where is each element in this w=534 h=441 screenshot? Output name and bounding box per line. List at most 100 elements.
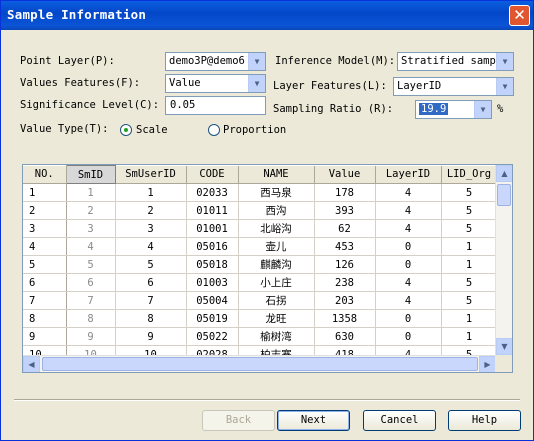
table-cell[interactable]: 5 <box>441 273 498 292</box>
table-cell[interactable]: 126 <box>314 255 376 274</box>
column-header[interactable]: SmUserID <box>115 165 187 184</box>
table-cell[interactable]: 7 <box>115 291 187 310</box>
table-row[interactable]: 4 4 4 05016 壶儿 453 0 1 <box>23 237 498 256</box>
table-row[interactable]: 7 7 7 05004 石拐 203 4 5 <box>23 291 498 310</box>
next-button[interactable]: Next <box>277 410 350 431</box>
table-cell[interactable]: 02033 <box>186 183 239 202</box>
row-number-cell[interactable]: 7 <box>23 291 67 310</box>
column-header[interactable]: Value <box>314 165 376 184</box>
proportion-radio[interactable] <box>208 124 220 136</box>
table-cell[interactable]: 05016 <box>186 237 239 256</box>
table-cell[interactable]: 北峪沟 <box>238 219 315 238</box>
chevron-down-icon[interactable]: ▼ <box>496 53 513 70</box>
values-features-select[interactable]: Value ▼ <box>165 74 266 93</box>
inference-model-select[interactable]: Stratified sampl ▼ <box>397 52 514 71</box>
table-cell[interactable]: 7 <box>66 291 116 310</box>
row-number-cell[interactable]: 4 <box>23 237 67 256</box>
table-cell[interactable]: 5 <box>115 255 187 274</box>
row-number-cell[interactable]: 2 <box>23 201 67 220</box>
column-header[interactable]: LID_Org <box>441 165 498 184</box>
table-row[interactable]: 9 9 9 05022 榆树湾 630 0 1 <box>23 327 498 346</box>
back-button[interactable]: Back <box>202 410 275 431</box>
table-cell[interactable]: 203 <box>314 291 376 310</box>
column-header[interactable]: CODE <box>186 165 239 184</box>
horizontal-scrollbar[interactable]: ◀ ▶ <box>23 355 496 372</box>
column-header[interactable]: LayerID <box>375 165 442 184</box>
chevron-down-icon[interactable]: ▼ <box>248 53 265 70</box>
table-cell[interactable]: 5 <box>441 201 498 220</box>
table-cell[interactable]: 1 <box>115 183 187 202</box>
table-cell[interactable]: 榆树湾 <box>238 327 315 346</box>
cancel-button[interactable]: Cancel <box>363 410 436 431</box>
table-cell[interactable]: 05019 <box>186 309 239 328</box>
scale-radio[interactable] <box>120 124 132 136</box>
row-number-cell[interactable]: 9 <box>23 327 67 346</box>
table-cell[interactable]: 2 <box>66 201 116 220</box>
scroll-down-icon[interactable]: ▼ <box>496 338 512 355</box>
table-cell[interactable]: 62 <box>314 219 376 238</box>
table-cell[interactable]: 01003 <box>186 273 239 292</box>
table-cell[interactable]: 0 <box>375 237 442 256</box>
table-cell[interactable]: 1 <box>441 327 498 346</box>
point-layer-select[interactable]: demo3P@demo6 ▼ <box>165 52 266 71</box>
significance-level-input[interactable]: 0.05 <box>165 96 266 115</box>
table-row[interactable]: 2 2 2 01011 西沟 393 4 5 <box>23 201 498 220</box>
table-cell[interactable]: 9 <box>66 327 116 346</box>
close-button[interactable]: ✕ <box>509 5 530 26</box>
table-cell[interactable]: 4 <box>375 291 442 310</box>
table-cell[interactable]: 4 <box>375 201 442 220</box>
table-cell[interactable]: 0 <box>375 309 442 328</box>
table-cell[interactable]: 1 <box>441 309 498 328</box>
table-cell[interactable]: 6 <box>115 273 187 292</box>
table-cell[interactable]: 4 <box>115 237 187 256</box>
table-cell[interactable]: 4 <box>375 183 442 202</box>
table-row[interactable]: 8 8 8 05019 龙旺 1358 0 1 <box>23 309 498 328</box>
table-cell[interactable]: 238 <box>314 273 376 292</box>
scale-radio-label[interactable]: Scale <box>136 124 168 136</box>
table-cell[interactable]: 01011 <box>186 201 239 220</box>
table-row[interactable]: 5 5 5 05018 麒麟沟 126 0 1 <box>23 255 498 274</box>
table-cell[interactable]: 6 <box>66 273 116 292</box>
help-button[interactable]: Help <box>448 410 521 431</box>
table-cell[interactable]: 8 <box>115 309 187 328</box>
vertical-scrollbar[interactable]: ▲ ▼ <box>495 165 512 355</box>
layer-features-select[interactable]: LayerID ▼ <box>393 77 514 96</box>
table-cell[interactable]: 西马泉 <box>238 183 315 202</box>
chevron-down-icon[interactable]: ▼ <box>248 75 265 92</box>
table-cell[interactable]: 3 <box>66 219 116 238</box>
table-cell[interactable]: 1358 <box>314 309 376 328</box>
table-cell[interactable]: 453 <box>314 237 376 256</box>
horizontal-scroll-thumb[interactable] <box>42 357 478 371</box>
column-header[interactable]: NO. <box>23 165 67 184</box>
table-cell[interactable]: 0 <box>375 327 442 346</box>
table-cell[interactable]: 05004 <box>186 291 239 310</box>
row-number-cell[interactable]: 3 <box>23 219 67 238</box>
row-number-cell[interactable]: 6 <box>23 273 67 292</box>
table-cell[interactable]: 630 <box>314 327 376 346</box>
table-cell[interactable]: 4 <box>375 219 442 238</box>
scroll-up-icon[interactable]: ▲ <box>496 165 512 182</box>
sample-data-grid[interactable]: NO. SmID SmUserID CODE NAME Value LayerI… <box>22 164 513 373</box>
table-cell[interactable]: 3 <box>115 219 187 238</box>
column-header[interactable]: NAME <box>238 165 315 184</box>
table-row[interactable]: 3 3 3 01001 北峪沟 62 4 5 <box>23 219 498 238</box>
table-cell[interactable]: 0 <box>375 255 442 274</box>
table-cell[interactable]: 8 <box>66 309 116 328</box>
table-cell[interactable]: 5 <box>441 291 498 310</box>
table-cell[interactable]: 麒麟沟 <box>238 255 315 274</box>
table-cell[interactable]: 2 <box>115 201 187 220</box>
table-cell[interactable]: 4 <box>375 273 442 292</box>
table-cell[interactable]: 小上庄 <box>238 273 315 292</box>
table-cell[interactable]: 4 <box>66 237 116 256</box>
table-cell[interactable]: 1 <box>441 237 498 256</box>
column-header[interactable]: SmID <box>65 165 116 184</box>
table-cell[interactable]: 西沟 <box>238 201 315 220</box>
table-cell[interactable]: 393 <box>314 201 376 220</box>
table-cell[interactable]: 壶儿 <box>238 237 315 256</box>
table-cell[interactable]: 05022 <box>186 327 239 346</box>
table-cell[interactable]: 1 <box>66 183 116 202</box>
scroll-right-icon[interactable]: ▶ <box>479 356 496 372</box>
vertical-scroll-thumb[interactable] <box>497 184 511 206</box>
table-cell[interactable]: 178 <box>314 183 376 202</box>
table-cell[interactable]: 石拐 <box>238 291 315 310</box>
